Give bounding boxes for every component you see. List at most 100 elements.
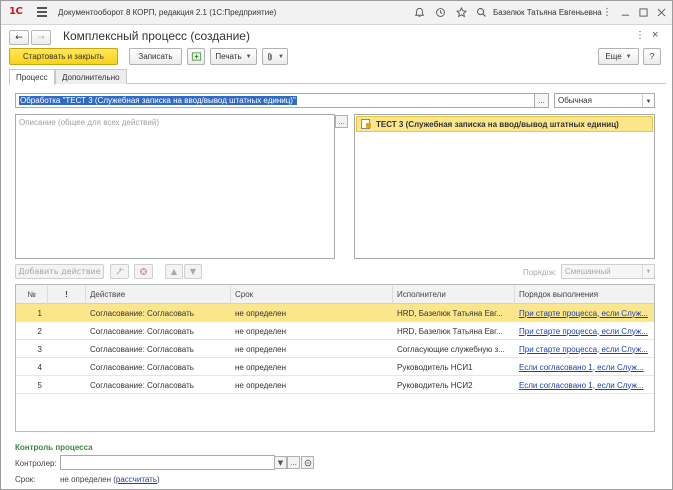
priority-select[interactable]: Обычная ▼ — [554, 93, 655, 108]
row-performers: HRD, Базелюк Татьяна Евг... — [397, 308, 503, 318]
row-performers: Согласующие служебную з... — [397, 344, 505, 354]
col-order[interactable]: Порядок выполнения — [515, 285, 654, 304]
move-up-button[interactable]: ▲ — [165, 264, 183, 279]
row-performers: Руководитель НСИ1 — [397, 362, 473, 372]
row-due: не определен — [235, 380, 286, 390]
form-more-icon[interactable]: ⋮ — [635, 30, 645, 41]
row-order-link[interactable]: При старте процесса, если Служ... — [515, 304, 654, 322]
delete-icon — [139, 267, 148, 276]
controller-select-button[interactable]: ... — [287, 456, 300, 469]
col-importance[interactable]: ! — [48, 285, 86, 304]
form-title: Комплексный процесс (создание) — [63, 29, 250, 43]
subject-row[interactable]: ТЕСТ 3 (Служебная записка на ввод/вывод … — [356, 116, 653, 132]
controller-field[interactable] — [60, 455, 275, 470]
controller-dropdown-button[interactable]: ▼ — [274, 456, 287, 469]
help-button[interactable]: ? — [643, 48, 661, 65]
process-name-select-button[interactable]: ... — [535, 93, 549, 108]
current-user[interactable]: Базелюк Татьяна Евгеньевна — [493, 8, 602, 17]
hamburger-icon[interactable] — [37, 7, 47, 17]
subjects-tree[interactable]: ТЕСТ 3 (Служебная записка на ввод/вывод … — [354, 114, 655, 259]
table-header: № ! Действие Срок Исполнители Порядок вы… — [16, 285, 654, 304]
row-action: Согласование: Согласовать — [90, 380, 194, 390]
tab-additional[interactable]: Дополнительно — [55, 69, 127, 84]
row-performers: Руководитель НСИ2 — [397, 380, 473, 390]
process-name-value: Обработка "ТЕСТ 3 (Служебная записка на … — [19, 96, 297, 105]
row-number: 3 — [37, 344, 42, 354]
back-button[interactable]: ← — [9, 30, 29, 45]
description-textarea[interactable]: Описание (общее для всех действий) — [15, 114, 335, 259]
col-due[interactable]: Срок — [231, 285, 393, 304]
forward-button[interactable]: → — [31, 30, 51, 45]
open-link-icon — [304, 459, 311, 466]
history-icon[interactable] — [432, 4, 448, 20]
table-row[interactable]: 2 Согласование: Согласовать не определен… — [16, 322, 654, 340]
calculate-link[interactable]: рассчитать — [116, 475, 157, 484]
clip-menu-button[interactable]: ▼ — [262, 48, 288, 65]
move-down-button[interactable]: ▼ — [184, 264, 202, 279]
row-due: не определен — [235, 362, 286, 372]
description-placeholder: Описание (общее для всех действий) — [19, 118, 159, 127]
row-order-link[interactable]: При старте процесса, если Служ... — [515, 322, 654, 340]
delete-action-button[interactable] — [134, 264, 153, 279]
app-logo: 1С — [9, 6, 23, 17]
tab-process[interactable]: Процесс — [9, 69, 55, 85]
col-number[interactable]: № — [16, 285, 48, 304]
row-due: не определен — [235, 344, 286, 354]
row-action: Согласование: Согласовать — [90, 344, 194, 354]
priority-value: Обычная — [558, 96, 592, 105]
paperclip-icon — [268, 52, 272, 60]
due-text: не определен — [60, 475, 111, 484]
close-icon[interactable] — [653, 4, 669, 20]
due-label: Срок: — [15, 475, 36, 484]
row-action: Согласование: Согласовать — [90, 308, 194, 318]
add-action-button[interactable]: Добавить действие — [15, 264, 104, 279]
table-row[interactable]: 3 Согласование: Согласовать не определен… — [16, 340, 654, 358]
search-icon[interactable] — [473, 4, 489, 20]
minimize-icon[interactable] — [617, 4, 633, 20]
row-due: не определен — [235, 308, 286, 318]
row-number: 5 — [37, 380, 42, 390]
print-button[interactable]: Печать ▼ — [210, 48, 257, 65]
table-row[interactable]: 5 Согласование: Согласовать не определен… — [16, 376, 654, 394]
attach-icon — [191, 52, 201, 61]
row-order-link[interactable]: Если согласовано 1, если Служ... — [515, 376, 654, 394]
row-performers: HRD, Базелюк Татьяна Евг... — [397, 326, 503, 336]
document-icon — [361, 119, 371, 129]
order-label: Порядок: — [523, 268, 557, 277]
table-row[interactable]: 4 Согласование: Согласовать не определен… — [16, 358, 654, 376]
row-order-link[interactable]: Если согласовано 1, если Служ... — [515, 358, 654, 376]
start-and-close-button[interactable]: Стартовать и закрыть — [9, 48, 118, 65]
more-button[interactable]: Еще ▼ — [598, 48, 639, 65]
subject-label: ТЕСТ 3 (Служебная записка на ввод/вывод … — [376, 119, 619, 129]
col-performers[interactable]: Исполнители — [393, 285, 515, 304]
form-close-icon[interactable]: × — [652, 29, 658, 41]
bell-icon[interactable] — [411, 4, 427, 20]
more-icon[interactable]: ⋮ — [599, 4, 615, 20]
row-number: 2 — [37, 326, 42, 336]
control-section-title: Контроль процесса — [15, 443, 93, 452]
order-value: Смешанный — [565, 267, 611, 276]
star-icon[interactable] — [453, 4, 469, 20]
controller-open-button[interactable] — [301, 456, 314, 469]
app-title: Документооборот 8 КОРП, редакция 2.1 (1С… — [58, 8, 277, 17]
attach-button[interactable] — [187, 48, 205, 65]
edit-action-button[interactable] — [110, 264, 129, 279]
maximize-icon[interactable] — [635, 4, 651, 20]
row-action: Согласование: Согласовать — [90, 326, 194, 336]
chevron-down-icon[interactable]: ▼ — [642, 265, 654, 278]
controller-label: Контролер: — [15, 459, 57, 468]
col-action[interactable]: Действие — [86, 285, 231, 304]
table-row[interactable]: 1 Согласование: Согласовать не определен… — [16, 304, 654, 322]
row-number: 1 — [37, 308, 42, 318]
chevron-down-icon[interactable]: ▼ — [642, 94, 654, 107]
order-select[interactable]: Смешанный ▼ — [561, 264, 655, 279]
row-due: не определен — [235, 326, 286, 336]
save-button[interactable]: Записать — [129, 48, 182, 65]
actions-table[interactable]: № ! Действие Срок Исполнители Порядок вы… — [15, 284, 655, 432]
wand-icon — [116, 267, 124, 275]
title-bar: 1С Документооборот 8 КОРП, редакция 2.1 … — [1, 1, 672, 25]
app-window: 1С Документооборот 8 КОРП, редакция 2.1 … — [0, 0, 673, 490]
description-expand-button[interactable]: ... — [335, 115, 348, 128]
row-order-link[interactable]: При старте процесса, если Служ... — [515, 340, 654, 358]
process-name-field[interactable]: Обработка "ТЕСТ 3 (Служебная записка на … — [15, 93, 535, 108]
